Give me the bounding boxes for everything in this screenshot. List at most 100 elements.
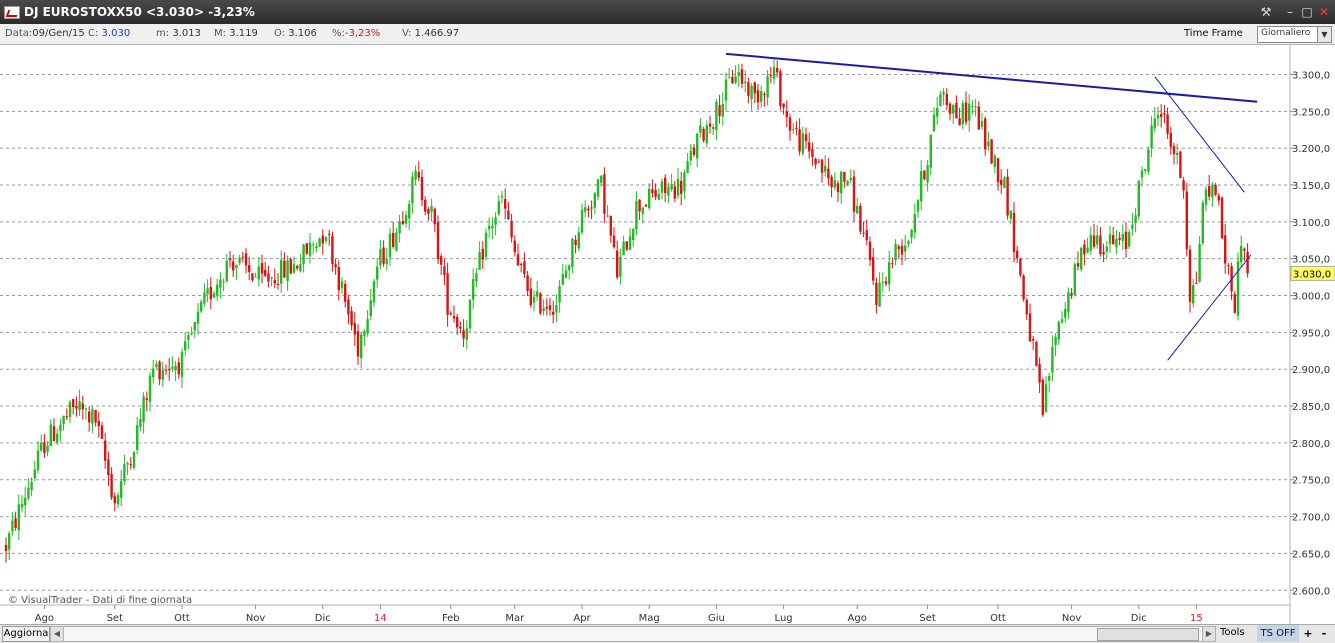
candle-down bbox=[875, 282, 878, 305]
candle-down bbox=[276, 283, 280, 285]
tools-button[interactable]: Tools bbox=[1220, 627, 1245, 638]
candle-up bbox=[689, 150, 692, 161]
candle-down bbox=[52, 426, 56, 442]
candle-up bbox=[414, 170, 417, 180]
candle-down bbox=[638, 199, 641, 212]
ts-off-toggle[interactable]: TS OFF bbox=[1257, 625, 1299, 642]
candle-down bbox=[702, 128, 705, 141]
candle-up bbox=[929, 134, 932, 168]
candle-up bbox=[596, 179, 600, 197]
candle-down bbox=[990, 139, 993, 164]
candle-up bbox=[292, 264, 296, 273]
candle-up bbox=[430, 206, 433, 212]
scroll-left-icon[interactable]: ◀ bbox=[51, 627, 64, 641]
candle-up bbox=[324, 237, 328, 242]
pct-value: -3,23% bbox=[344, 28, 381, 39]
candle-up bbox=[203, 292, 206, 304]
candle-up bbox=[660, 181, 664, 193]
candle-down bbox=[344, 283, 347, 302]
candle-up bbox=[408, 203, 411, 219]
candle-down bbox=[107, 459, 110, 476]
candle-up bbox=[561, 274, 564, 285]
candle-down bbox=[462, 330, 465, 339]
candle-up bbox=[212, 293, 216, 298]
pin-icon[interactable]: ⚒ bbox=[1258, 4, 1274, 20]
candle-down bbox=[808, 142, 811, 152]
candle-down bbox=[843, 171, 846, 182]
candle-up bbox=[734, 76, 737, 83]
minimize-icon[interactable]: – bbox=[1282, 4, 1298, 20]
candle-down bbox=[436, 222, 440, 260]
candle-down bbox=[827, 168, 830, 179]
candle-up bbox=[56, 433, 59, 443]
candle-up bbox=[1054, 336, 1057, 346]
candle-down bbox=[865, 230, 868, 241]
close-icon[interactable]: ✕ bbox=[1316, 4, 1332, 20]
candle-down bbox=[72, 399, 75, 407]
candle-down bbox=[513, 240, 516, 253]
candle-down bbox=[804, 134, 808, 142]
candle-up bbox=[27, 487, 30, 499]
time-frame-select[interactable]: Giornaliero ▼ bbox=[1257, 26, 1332, 43]
candle-down bbox=[782, 103, 785, 108]
candle-down bbox=[158, 361, 161, 380]
candle-up bbox=[206, 288, 209, 294]
candle-down bbox=[548, 305, 552, 310]
max-label: M: bbox=[214, 28, 226, 39]
zoom-in-button[interactable]: + bbox=[1301, 625, 1315, 642]
candle-up bbox=[558, 286, 561, 303]
candle-up bbox=[411, 176, 414, 204]
candle-down bbox=[756, 90, 760, 103]
candle-down bbox=[1169, 132, 1172, 147]
candle-up bbox=[712, 126, 715, 130]
volume-label: V: bbox=[402, 28, 412, 39]
candle-up bbox=[1176, 152, 1179, 156]
scroll-thumb[interactable] bbox=[1097, 628, 1199, 641]
x-tick-label: Mar bbox=[505, 613, 525, 624]
candle-up bbox=[366, 318, 369, 334]
candle-down bbox=[1172, 146, 1176, 155]
maximize-icon[interactable]: □ bbox=[1299, 4, 1315, 20]
candle-up bbox=[737, 72, 740, 76]
candle-down bbox=[811, 149, 814, 157]
candle-up bbox=[369, 300, 372, 316]
candle-up bbox=[1089, 234, 1092, 251]
scroll-right-icon[interactable]: ▶ bbox=[1202, 627, 1215, 641]
candle-down bbox=[1224, 235, 1227, 264]
pct-field: %:-3,23% bbox=[332, 28, 380, 39]
candle-down bbox=[859, 205, 862, 232]
candle-down bbox=[603, 174, 606, 214]
candle-down bbox=[820, 159, 824, 173]
candle-down bbox=[1182, 180, 1185, 191]
candle-down bbox=[814, 158, 817, 165]
chevron-down-icon[interactable]: ▼ bbox=[1317, 27, 1331, 42]
candle-down bbox=[350, 310, 353, 326]
candle-up bbox=[152, 368, 155, 378]
candle-down bbox=[334, 264, 337, 268]
candle-down bbox=[75, 405, 78, 409]
close-value: 3.030 bbox=[101, 28, 131, 39]
x-tick-label: Nov bbox=[1062, 613, 1082, 624]
refresh-button[interactable]: Aggiorna bbox=[2, 626, 50, 642]
zoom-out-button[interactable]: - bbox=[1317, 625, 1331, 642]
candle-up bbox=[59, 424, 62, 432]
candle-down bbox=[1188, 249, 1192, 302]
candle-up bbox=[1144, 168, 1147, 171]
candle-down bbox=[539, 293, 542, 314]
candle-up bbox=[1192, 285, 1195, 304]
candle-up bbox=[792, 128, 795, 130]
candle-up bbox=[571, 238, 574, 268]
candle-up bbox=[1147, 149, 1150, 172]
x-tick-label: Lug bbox=[775, 613, 793, 624]
candle-up bbox=[1086, 247, 1089, 253]
candle-up bbox=[1051, 346, 1054, 373]
candle-up bbox=[744, 81, 747, 83]
x-tick-label: Dic bbox=[1131, 613, 1147, 624]
price-chart[interactable]: 3.300,0 3.250,0 3.200,0 3.150,0 3.100,0 3.050… bbox=[0, 45, 1335, 624]
chart-scrollbar[interactable]: ◀ ▶ bbox=[50, 626, 1216, 642]
candle-up bbox=[219, 279, 222, 288]
candle-up bbox=[974, 106, 977, 108]
candle-down bbox=[817, 161, 820, 163]
date-label: Data: bbox=[5, 28, 33, 39]
candle-up bbox=[667, 187, 670, 196]
